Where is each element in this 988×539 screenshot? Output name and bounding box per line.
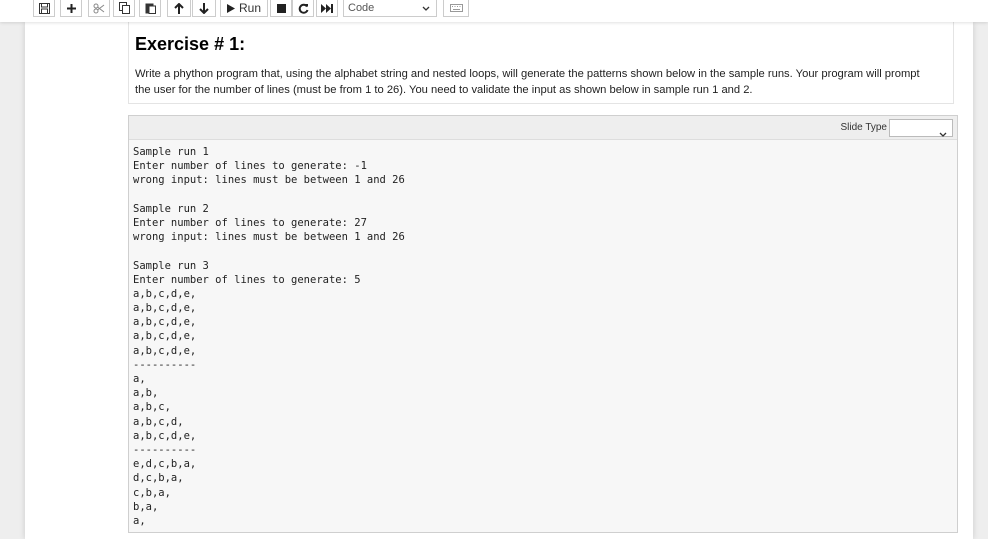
raw-line: a,b,c,d,e, (133, 429, 197, 442)
raw-line: b,a, (133, 500, 159, 513)
play-icon (226, 3, 235, 13)
raw-cell-text[interactable]: Sample run 1 Enter number of lines to gen… (133, 145, 405, 528)
raw-line: Enter number of lines to generate: 27 (133, 216, 367, 229)
cell-type-select[interactable]: Code (343, 0, 437, 17)
raw-line: Enter number of lines to generate: 5 (133, 273, 361, 286)
copy-button[interactable] (113, 0, 135, 17)
raw-line: ---------- (133, 443, 197, 456)
run-button[interactable]: Run (220, 0, 268, 17)
restart-icon (298, 3, 309, 14)
stop-icon (276, 3, 286, 13)
plus-icon (66, 3, 77, 14)
move-up-button[interactable] (167, 0, 191, 17)
raw-line: a,b,c, (133, 401, 171, 414)
save-button[interactable] (33, 0, 55, 17)
command-palette-button[interactable] (443, 0, 469, 17)
raw-line: a,b,c,d,e, (133, 302, 197, 315)
cell-toolbar: Slide Type (129, 116, 957, 140)
restart-run-all-button[interactable] (316, 0, 338, 17)
copy-icon (118, 2, 130, 14)
raw-line: a, (133, 514, 146, 527)
notebook-container: Exercise # 1: Write a phython program th… (25, 22, 973, 539)
raw-line: d,c,b,a, (133, 472, 184, 485)
raw-line: e,d,c,b,a, (133, 458, 197, 471)
raw-line: Sample run 2 (133, 202, 209, 215)
raw-line: a,b, (133, 387, 159, 400)
interrupt-button[interactable] (270, 0, 292, 17)
run-label: Run (238, 1, 261, 15)
insert-cell-button[interactable] (60, 0, 82, 17)
chevron-down-icon (422, 3, 430, 15)
raw-line: c,b,a, (133, 486, 171, 499)
paste-button[interactable] (139, 0, 161, 17)
raw-line: a,b,c,d,e, (133, 330, 197, 343)
exercise-description: Write a phython program that, using the … (135, 68, 920, 96)
restart-kernel-button[interactable] (292, 0, 314, 17)
raw-line: wrong input: lines must be between 1 and… (133, 231, 405, 244)
arrow-up-icon (174, 2, 184, 14)
raw-line: a, (133, 373, 146, 385)
markdown-cell[interactable]: Exercise # 1: Write a phython program th… (128, 22, 954, 104)
raw-line: ---------- (133, 358, 197, 371)
notebook-toolbar: Run Code (0, 0, 988, 22)
raw-line: wrong input: lines must be between 1 and… (133, 174, 405, 187)
slide-type-select[interactable] (889, 119, 953, 137)
cut-button[interactable] (88, 0, 110, 17)
raw-line: a,b,c,d, (133, 415, 184, 428)
raw-cell[interactable]: Slide Type Sample run 1 Enter number of l… (128, 115, 958, 533)
raw-line: Enter number of lines to generate: -1 (133, 160, 367, 173)
raw-line: a,b,c,d,e, (133, 316, 197, 329)
raw-line: a,b,c,d,e, (133, 344, 197, 357)
chevron-down-icon (939, 125, 947, 143)
cut-icon (93, 3, 105, 14)
keyboard-icon (449, 4, 463, 12)
raw-line: Sample run 1 (133, 146, 209, 158)
slide-type-label: Slide Type (840, 122, 887, 133)
save-icon (38, 2, 50, 14)
exercise-title: Exercise # 1: (135, 34, 246, 54)
arrow-down-icon (199, 2, 209, 14)
cell-type-value: Code (348, 2, 375, 14)
paste-icon (145, 2, 156, 14)
move-down-button[interactable] (192, 0, 216, 17)
raw-line: a,b,c,d,e, (133, 287, 197, 300)
raw-line: Sample run 3 (133, 259, 209, 272)
fast-forward-icon (321, 3, 333, 13)
